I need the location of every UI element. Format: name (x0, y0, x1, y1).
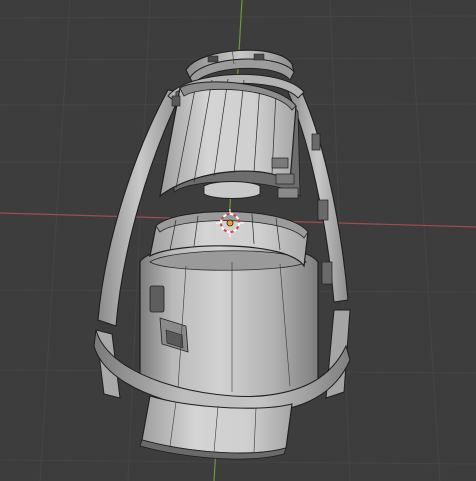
viewport-canvas[interactable] (0, 0, 476, 481)
center-stub-mesh[interactable] (203, 181, 261, 199)
upper-panel-mesh[interactable] (159, 78, 301, 199)
object-origin-icon[interactable] (226, 219, 234, 227)
cylinder-body-mesh[interactable] (139, 243, 319, 398)
3d-viewport[interactable] (0, 0, 476, 481)
